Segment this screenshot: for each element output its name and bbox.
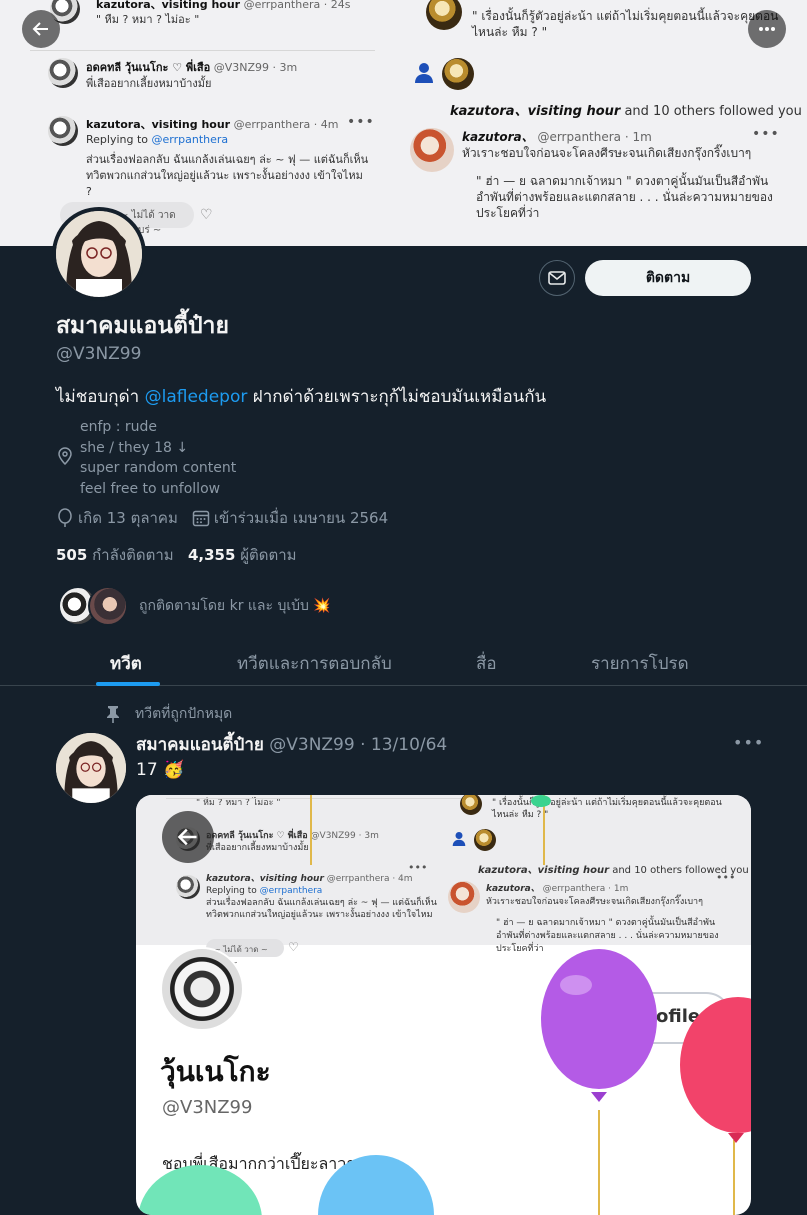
tweet-text: 17 🥳	[136, 760, 185, 780]
banner-name: kazutora、	[462, 130, 534, 144]
tweet-header: สมาคมแอนตี้ป๋าย @V3NZ99 · 13/10/64	[136, 731, 447, 758]
profile-tabs: ทวีต ทวีตและการตอบกลับ สื่อ รายการโปรด	[0, 640, 807, 686]
tweet-avatar[interactable]	[56, 733, 126, 803]
tab-media[interactable]: สื่อ	[476, 650, 497, 677]
banner-row-2: อดคทลี วุ้นเนโกะ ♡ พี่เสือ @V3NZ99 · 3m …	[48, 58, 297, 92]
message-button[interactable]	[539, 260, 575, 296]
banner-text: ทวิตพวกแกส่วนใหญ่อยู่แล้วนะ เพราะงั้นอย่…	[86, 169, 363, 182]
mail-icon	[548, 271, 566, 285]
banner-avatar	[410, 128, 454, 172]
banner-text: หัวเราะชอบใจก่อนจะโคลงศีรษะจนเกิดเสียงกร…	[462, 146, 752, 160]
banner-divider	[30, 50, 375, 51]
banner-name: kazutora、visiting hour	[86, 118, 231, 131]
banner-text: ส่วนเรื่องฟอลกลับ ฉันแกล้งเล่นเฉยๆ ล่ะ ~…	[86, 153, 369, 166]
banner-text: ประโยคที่ว่า	[476, 206, 540, 220]
banner-text: ?	[86, 185, 92, 198]
back-button[interactable]	[22, 10, 60, 48]
follow-counts: 505 กำลังติดตาม 4,355 ผู้ติดตาม	[56, 543, 297, 567]
calendar-icon	[192, 510, 210, 527]
back-arrow-icon	[32, 22, 48, 36]
banner-avatar	[426, 0, 462, 30]
balloon-knot-green	[531, 795, 551, 807]
bio-text: ฝากด่าด้วยเพราะกุก้ไม่ชอบมันเหมือนกัน	[252, 387, 547, 407]
banner-text: ไหนล่ะ หืม ? "	[472, 25, 548, 39]
tweet-media[interactable]: " หืม ? หมา ? ไม่อะ " อดคทลี วุ้นเนโกะ ♡…	[136, 795, 751, 1215]
banner-text: พี่เสืออยากเลี้ยงหมาบ้างมั้ย	[86, 77, 212, 90]
profile-banner: kazutora、visiting hour @errpanthera · 24…	[0, 0, 807, 246]
display-name: สมาคมแอนตี้ป๋าย	[56, 313, 229, 339]
balloon-tie	[728, 1133, 744, 1143]
heart-icon: ♡	[200, 207, 213, 223]
banner-text: " ฮ่า — ย ฉลาดมากเจ้าหมา " ดวงตาคู่นั้นม…	[476, 174, 769, 188]
balloon-icon	[58, 508, 72, 527]
more-icon	[759, 27, 775, 31]
more-icon: •••	[752, 126, 780, 142]
balloon-tie	[591, 1092, 607, 1102]
balloon-red	[680, 997, 751, 1133]
tweet-author-name[interactable]: สมาคมแอนตี้ป๋าย	[136, 735, 264, 755]
banner-name: อดคทลี วุ้นเนโกะ ♡ พี่เสือ	[86, 61, 211, 74]
banner-row-1: kazutora、visiting hour @errpanthera · 24…	[96, 0, 350, 28]
banner-name: kazutora、visiting hour	[96, 0, 241, 11]
person-icon	[415, 63, 433, 83]
joined-text: เข้าร่วมเมื่อ เมษายน 2564	[213, 509, 389, 527]
banner-reply-link: @errpanthera	[151, 133, 229, 146]
followers-count: 4,355	[187, 546, 236, 564]
banner-handle: @errpanthera · 4m	[233, 118, 339, 131]
location-line: feel free to unfollow	[80, 480, 221, 497]
location-icon	[58, 447, 72, 465]
balloon-shine	[560, 975, 592, 995]
location-line: super random content	[80, 460, 237, 476]
followers-label: ผู้ติดตาม	[240, 546, 297, 564]
banner-followed-row: kazutora、visiting hour and 10 others fol…	[450, 100, 802, 119]
balloons-overlay	[138, 795, 751, 1215]
banner-followed-suffix: and 10 others followed you	[624, 104, 802, 119]
avatar	[88, 586, 128, 626]
followed-by-avatars[interactable]	[58, 586, 128, 626]
banner-handle: @errpanthera · 1m	[537, 130, 652, 144]
profile-meta: เกิด 13 ตุลาคม เข้าร่วมเมื่อ เมษายน 2564	[56, 506, 388, 530]
pin-icon	[107, 706, 119, 723]
follow-button[interactable]: ติดตาม	[585, 260, 751, 296]
banner-text: " เรื่องนั้นก็รู้ตัวอยู่ล่ะน้า แต่ถ้าไม่…	[472, 9, 779, 23]
banner-handle: @V3NZ99 · 3m	[213, 61, 298, 74]
tweet-handle-date[interactable]: @V3NZ99 · 13/10/64	[269, 735, 447, 755]
balloon-blue	[318, 1155, 434, 1215]
following-label: กำลังติดตาม	[92, 546, 174, 564]
pinned-label: ทวีตที่ถูกปักหมุด	[105, 703, 232, 725]
bio-mention-link[interactable]: @lafledepor	[145, 387, 248, 407]
balloon-green	[138, 1165, 262, 1215]
banner-handle: @errpanthera · 24s	[243, 0, 351, 11]
banner-followed-name: kazutora、visiting hour	[450, 104, 621, 119]
more-icon: •••	[347, 114, 375, 130]
location-line: she / they 18 ↓	[80, 439, 189, 456]
following-count: 505	[56, 546, 88, 564]
bio-text: ไม่ชอบกุด่า	[56, 387, 140, 407]
banner-replying: Replying to	[86, 133, 149, 146]
more-options-button[interactable]	[748, 10, 786, 48]
tab-tweets-replies[interactable]: ทวีตและการตอบกลับ	[237, 650, 392, 677]
profile-avatar[interactable]	[52, 207, 146, 301]
tweet-more-button[interactable]: •••	[733, 733, 764, 752]
pinned-text: ทวีตที่ถูกปักหมุด	[135, 706, 233, 722]
banner-row-3: kazutora、visiting hour @errpanthera · 4m…	[48, 116, 386, 200]
following-link[interactable]: 505 กำลังติดตาม	[56, 546, 174, 564]
banner-text: " หืม ? หมา ? ไม่อะ "	[96, 13, 200, 26]
profile-bio: ไม่ชอบกุด่า @lafledepor ฝากด่าด้วยเพราะก…	[56, 383, 546, 410]
banner-avatar	[442, 58, 474, 90]
balloon-purple	[541, 949, 657, 1089]
followers-link[interactable]: 4,355 ผู้ติดตาม	[188, 546, 297, 564]
followed-by-text[interactable]: ถูกติดตามโดย kr และ บุเบ้บ 💥	[139, 595, 331, 617]
profile-location: enfp : rude she / they 18 ↓ super random…	[80, 417, 236, 499]
banner-avatar	[48, 116, 78, 146]
tab-tweets[interactable]: ทวีต	[110, 650, 142, 677]
birthday-text: เกิด 13 ตุลาคม	[78, 509, 178, 527]
location-line: enfp : rude	[80, 419, 158, 435]
banner-avatar	[48, 58, 78, 88]
active-tab-indicator	[96, 682, 160, 686]
banner-text: อำพันที่ต่างพร้อยและแตกสลาย . . . นั่นล่…	[476, 190, 773, 204]
tab-likes[interactable]: รายการโปรด	[591, 650, 689, 677]
profile-handle: @V3NZ99	[56, 344, 142, 364]
